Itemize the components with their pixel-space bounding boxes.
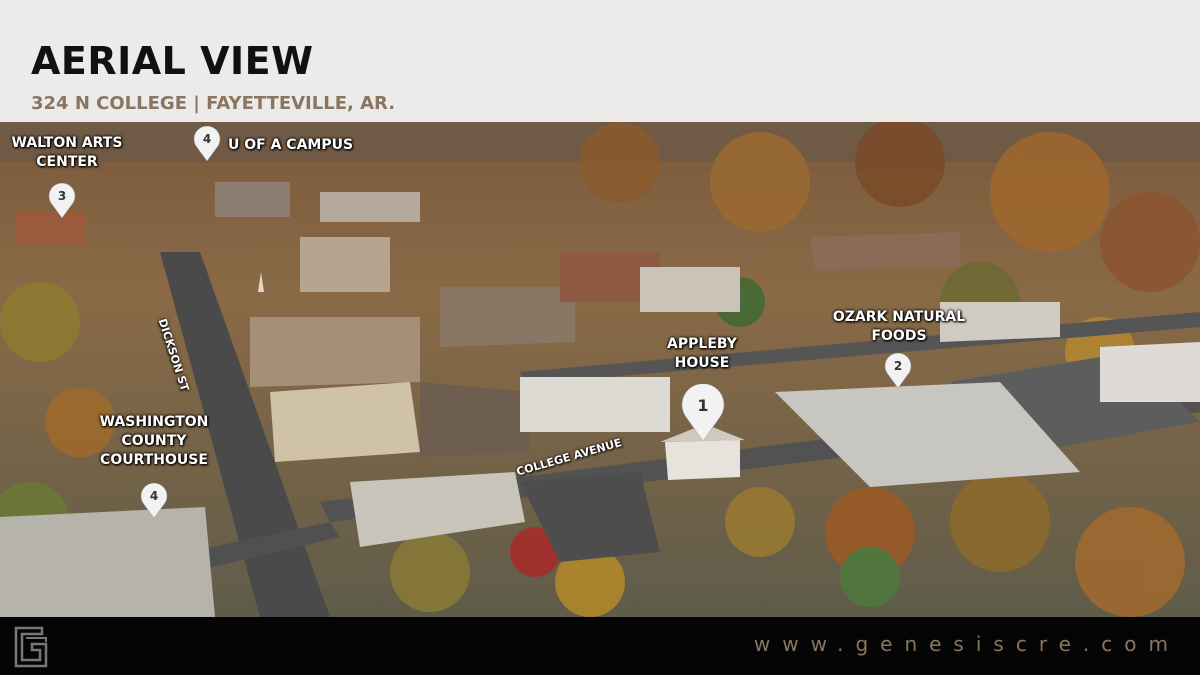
aerial-photo: WALTON ARTS CENTER U OF A CAMPUS APPLEBY…: [0, 122, 1200, 617]
map-pin-uofa: 4: [193, 126, 221, 162]
pin-number: 3: [57, 189, 67, 203]
map-pin-courthouse: 4: [140, 482, 168, 520]
walton-arts-center-label: WALTON ARTS CENTER: [11, 135, 123, 170]
page-title: AERIAL VIEW: [31, 39, 314, 83]
pin-number: 4: [149, 489, 159, 503]
pin-number: 4: [202, 132, 212, 146]
genesis-logo-icon: [12, 624, 52, 668]
website-link[interactable]: www.genesiscre.com: [754, 632, 1180, 656]
page-subtitle: 324 N COLLEGE | FAYETTEVILLE, AR.: [31, 93, 396, 114]
washington-county-courthouse-label: WASHINGTON COUNTY COURTHOUSE: [99, 414, 209, 468]
map-pin-ozark: 2: [884, 353, 912, 389]
appleby-house-label: APPLEBY HOUSE: [667, 336, 737, 371]
u-of-a-campus-label: U OF A CAMPUS: [228, 137, 354, 153]
ozark-natural-foods-label: OZARK NATURAL FOODS: [832, 309, 966, 344]
map-pin-appleby: 1: [681, 384, 725, 442]
map-pin-walton: 3: [48, 183, 76, 219]
pin-number: 2: [893, 359, 903, 373]
pin-number: 1: [697, 396, 709, 415]
header: AERIAL VIEW 324 N COLLEGE | FAYETTEVILLE…: [0, 0, 1200, 122]
